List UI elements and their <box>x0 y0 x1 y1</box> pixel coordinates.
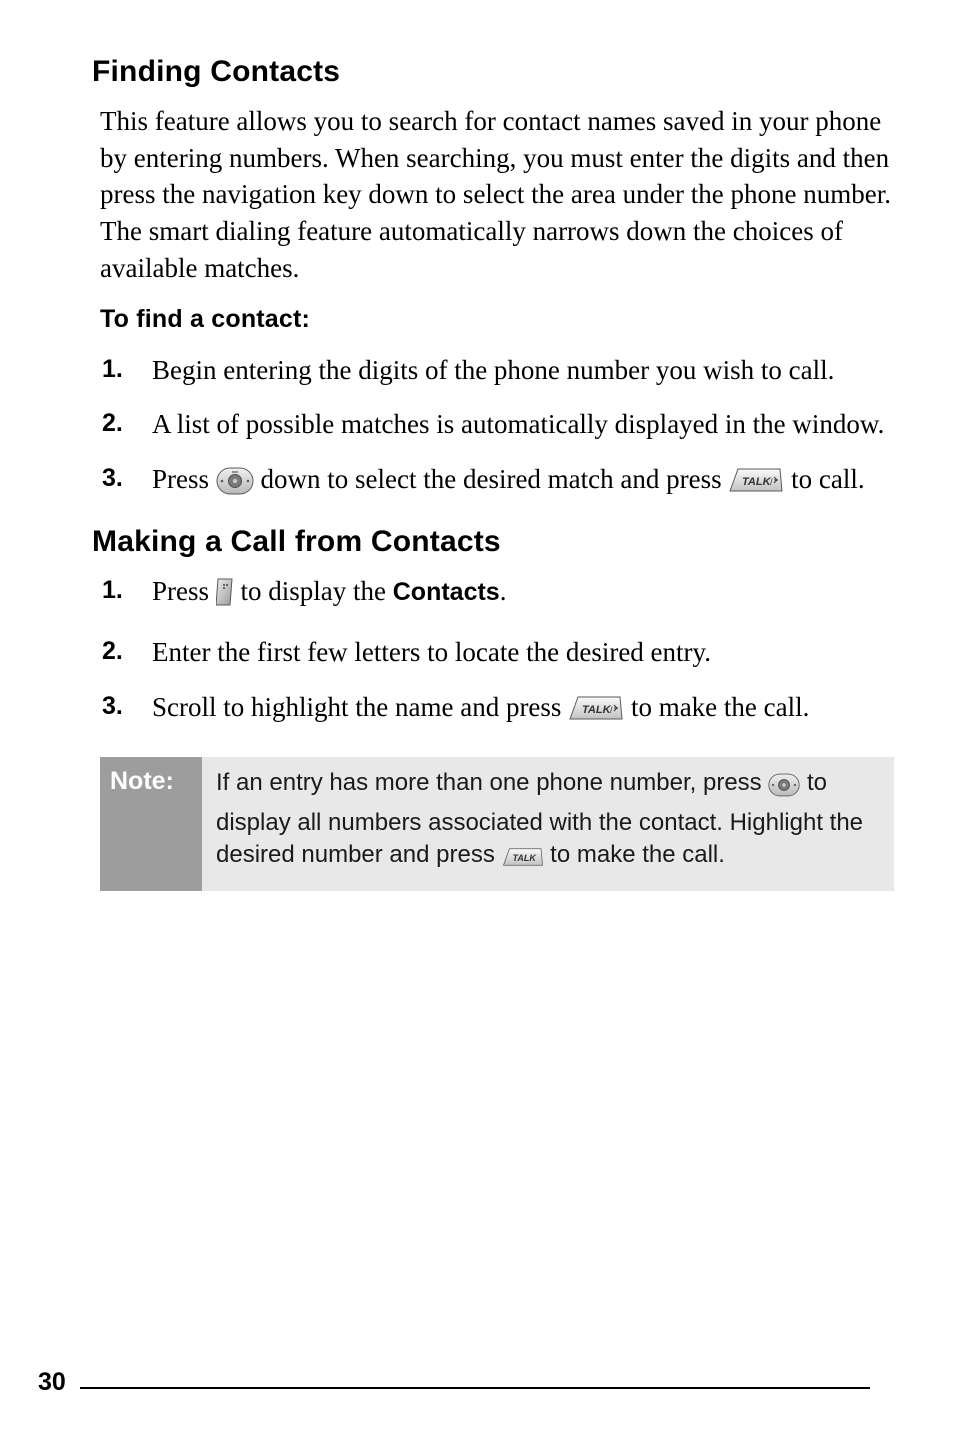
step-text: A list of possible matches is automatica… <box>152 409 884 439</box>
heading-making-call: Making a Call from Contacts <box>92 525 894 559</box>
subheading-to-find: To find a contact: <box>100 305 894 334</box>
step-text-post: to make the call. <box>631 692 809 722</box>
step-2: 2. Enter the first few letters to locate… <box>100 634 894 671</box>
step-text-pre: Press <box>152 464 216 494</box>
step-text-post: . <box>500 576 507 606</box>
step-number: 2. <box>102 634 123 668</box>
note-block: Note: If an entry has more than one phon… <box>100 757 894 891</box>
step-2: 2. A list of possible matches is automat… <box>100 406 894 443</box>
step-number: 1. <box>102 573 123 607</box>
step-text-mid: to display the <box>241 576 393 606</box>
svg-text:TALK: TALK <box>582 704 612 716</box>
step-number: 2. <box>102 406 123 440</box>
page-number: 30 <box>38 1368 66 1397</box>
para-finding-description: This feature allows you to search for co… <box>100 103 894 287</box>
page-number-rule <box>80 1387 870 1389</box>
talk-key-icon: TALK / <box>728 465 784 505</box>
steps-make-call: 1. Press to display the Contacts. 2. Ent… <box>92 573 894 733</box>
step-text-pre: Scroll to highlight the name and press <box>152 692 568 722</box>
step-number: 1. <box>102 352 123 386</box>
note-text-pre: If an entry has more than one phone numb… <box>216 769 768 796</box>
right-soft-key-icon <box>216 577 234 617</box>
step-number: 3. <box>102 461 123 495</box>
talk-key-icon: TALK <box>502 845 544 879</box>
talk-key-icon: TALK / <box>568 693 624 733</box>
navigation-key-icon <box>216 467 254 505</box>
step-text: Begin entering the digits of the phone n… <box>152 355 834 385</box>
step-3: 3. Press down to select the desired matc… <box>100 461 894 505</box>
note-label: Note: <box>100 757 202 891</box>
note-body: If an entry has more than one phone numb… <box>202 757 894 891</box>
heading-finding-contacts: Finding Contacts <box>92 55 894 89</box>
step-text: Enter the first few letters to locate th… <box>152 637 711 667</box>
note-text-post: to make the call. <box>550 841 725 868</box>
step-1: 1. Begin entering the digits of the phon… <box>100 352 894 389</box>
steps-find-contact: 1. Begin entering the digits of the phon… <box>92 352 894 505</box>
navigation-key-icon <box>768 773 800 807</box>
step-text-post: to call. <box>791 464 864 494</box>
contacts-label: Contacts <box>393 578 500 606</box>
svg-text:TALK: TALK <box>742 476 772 488</box>
svg-text:TALK: TALK <box>512 853 537 863</box>
step-3: 3. Scroll to highlight the name and pres… <box>100 689 894 733</box>
step-text-mid: down to select the desired match and pre… <box>261 464 729 494</box>
page-content: Finding Contacts This feature allows you… <box>0 0 954 1431</box>
step-1: 1. Press to display the Contacts. <box>100 573 894 617</box>
step-text-pre: Press <box>152 576 216 606</box>
step-number: 3. <box>102 689 123 723</box>
